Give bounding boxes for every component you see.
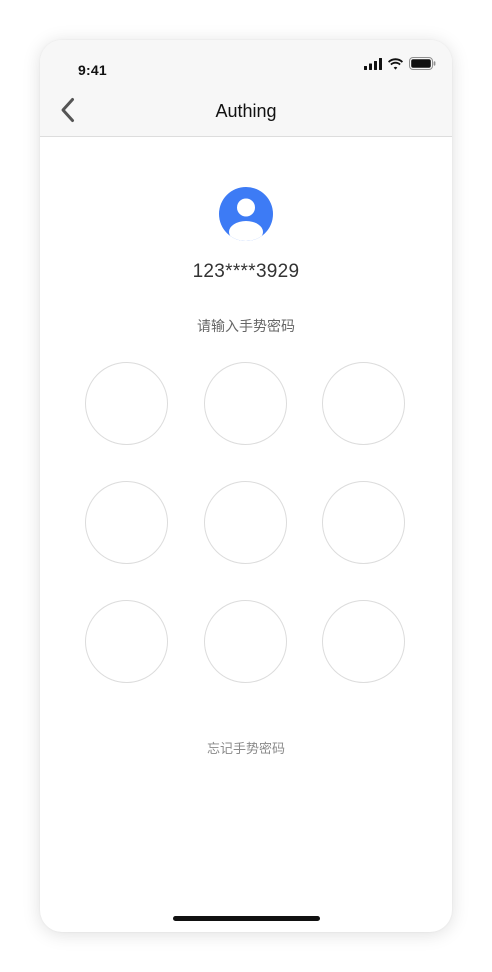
navigation-bar: Authing (40, 88, 452, 137)
gesture-dot-9[interactable] (322, 600, 405, 683)
gesture-dot-7[interactable] (85, 600, 168, 683)
user-avatar-icon (219, 187, 273, 245)
gesture-dot-8[interactable] (204, 600, 287, 683)
battery-icon (409, 57, 436, 75)
gesture-grid[interactable] (85, 362, 409, 686)
status-icons (364, 57, 436, 75)
gesture-prompt: 请输入手势密码 (197, 318, 295, 334)
gesture-dot-4[interactable] (85, 481, 168, 564)
gesture-dot-2[interactable] (204, 362, 287, 445)
gesture-dot-1[interactable] (85, 362, 168, 445)
cellular-signal-icon (364, 57, 382, 75)
gesture-dot-3[interactable] (322, 362, 405, 445)
gesture-dot-5[interactable] (204, 481, 287, 564)
account-number: 123****3929 (192, 261, 300, 282)
page-title: Authing (215, 101, 277, 121)
screen-background: 9:41 Authing 123****3929 请输入手势密码 忘记手势密码 (0, 0, 492, 972)
status-time: 9:41 (78, 62, 107, 78)
avatar (219, 187, 273, 241)
gesture-dot-6[interactable] (322, 481, 405, 564)
phone-frame: 9:41 Authing 123****3929 请输入手势密码 忘记手势密码 (40, 40, 452, 932)
forgot-gesture-link[interactable]: 忘记手势密码 (40, 738, 452, 757)
home-indicator (173, 916, 320, 921)
status-bar: 9:41 (40, 40, 452, 88)
wifi-icon (387, 57, 404, 75)
